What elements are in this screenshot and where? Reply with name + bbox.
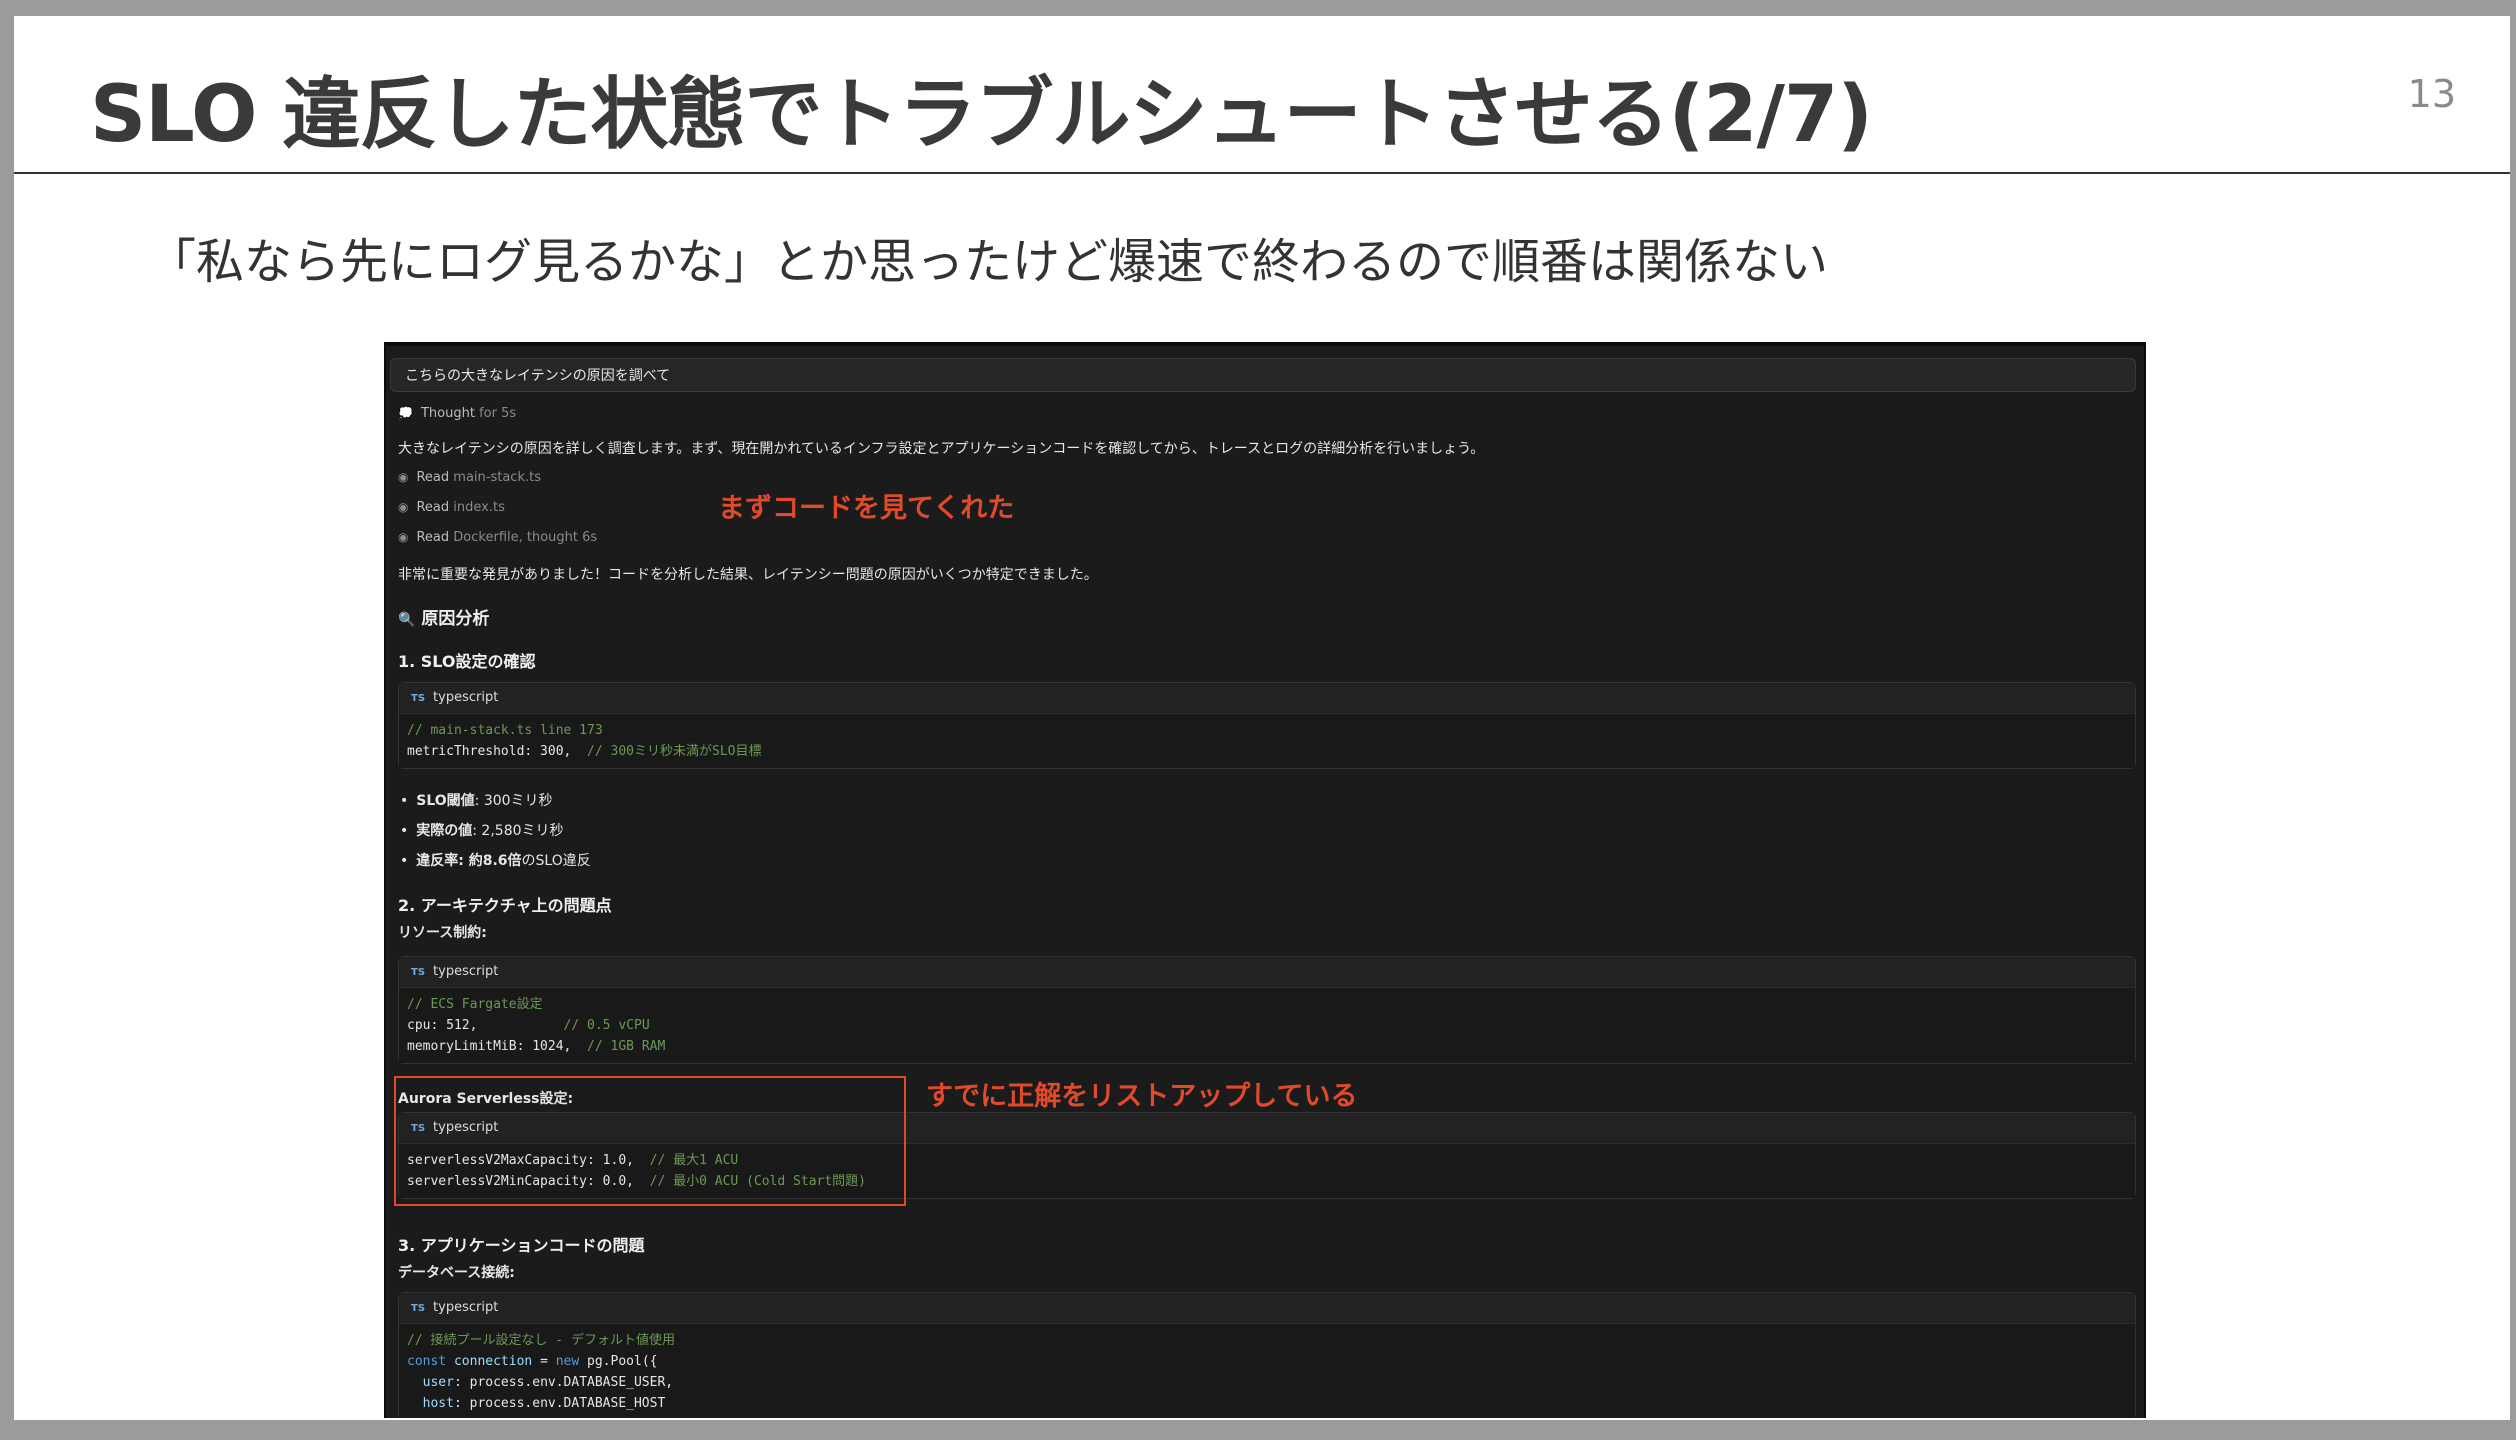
analysis-heading-text: 原因分析 <box>421 609 490 629</box>
slide-subtitle: 「私なら先にログ見るかな」とか思ったけど爆速で終わるので順番は関係ない <box>148 234 1829 290</box>
code-variable: user <box>422 1375 454 1390</box>
code-line: const connection = new pg.Pool({ <box>407 1351 2127 1372</box>
code-header: TS typescript <box>399 1293 2135 1324</box>
read-file: Dockerfile, thought 6s <box>453 530 598 545</box>
section-slo: 1. SLO設定の確認 <box>398 652 536 671</box>
bullet-value: : 約8.6倍 <box>458 853 522 869</box>
code-line: metricThreshold: 300, // 300ミリ秒未満がSLO目標 <box>407 741 2127 762</box>
code-line: cpu: 512, // 0.5 vCPU <box>407 1015 2127 1036</box>
code-line: host: process.env.DATABASE_HOST <box>422 1396 666 1411</box>
code-body: // ECS Fargate設定 cpu: 512, // 0.5 vCPU mem… <box>399 988 2135 1063</box>
eye-icon: ◉ <box>398 500 409 514</box>
bullet-key: 違反率 <box>416 853 459 869</box>
ts-icon: TS <box>411 693 426 704</box>
thought-time: for 5s <box>479 406 517 421</box>
page-number: 13 <box>2407 72 2456 116</box>
code-header: TS typescript <box>399 683 2135 714</box>
read-label: Read <box>416 500 450 515</box>
read-item-index[interactable]: ◉ Read index.ts <box>398 500 505 515</box>
code-variable: connection <box>453 1354 533 1369</box>
bullet-slo-threshold: SLO閾値: 300ミリ秒 <box>400 790 553 810</box>
bullet-key: 実際の値 <box>416 823 473 839</box>
bullet-violation: 違反率: 約8.6倍のSLO違反 <box>400 850 591 870</box>
bullet-key: SLO閾値 <box>416 793 475 809</box>
code-block-ecs: TS typescript // ECS Fargate設定 cpu: 512, /… <box>398 956 2136 1064</box>
ts-icon: TS <box>411 1303 426 1314</box>
code-keyword: new <box>555 1354 580 1369</box>
annotation-second: すでに正解をリストアップしている <box>926 1081 1358 1112</box>
read-item-dockerfile[interactable]: ◉ Read Dockerfile, thought 6s <box>398 530 597 545</box>
section-architecture: 2. アーキテクチャ上の問題点 <box>398 896 612 915</box>
code-comment: // 0.5 vCPU <box>563 1018 650 1033</box>
code-text: memoryLimitMiB: 1024, <box>407 1039 572 1054</box>
code-text: metricThreshold: 300, <box>407 744 572 759</box>
eye-icon: ◉ <box>398 530 409 544</box>
thought-label: Thought <box>420 406 475 421</box>
code-lang: typescript <box>433 1300 499 1315</box>
code-lang: typescript <box>433 964 499 979</box>
code-text: pg.Pool({ <box>579 1354 658 1369</box>
code-line: user: process.env.DATABASE_USER, <box>422 1375 674 1390</box>
code-variable: host <box>422 1396 454 1411</box>
db-label: データベース接続: <box>398 1265 515 1281</box>
code-line: // main-stack.ts line 173 <box>407 723 603 738</box>
read-file: index.ts <box>453 500 505 515</box>
read-file: main-stack.ts <box>453 470 541 485</box>
code-lang: typescript <box>433 690 499 705</box>
read-label: Read <box>416 530 450 545</box>
code-block-db: TS typescript // 接続プール設定なし - デフォルト値使用 cons… <box>398 1292 2136 1418</box>
chat-screenshot: こちらの大きなレイテンシの原因を調べて 💭 Thought for 5s 大きなレ… <box>384 342 2146 1418</box>
slide: SLO 違反した状態でトラブルシュートさせる(2/7) 13 「私なら先にログ見… <box>14 16 2510 1420</box>
thought-icon: 💭 <box>398 406 413 420</box>
magnifier-icon: 🔍 <box>398 612 416 628</box>
read-label: Read <box>416 470 450 485</box>
finding-text: 非常に重要な発見がありました！コードを分析した結果、レイテンシー問題の原因がいく… <box>398 567 1098 583</box>
highlight-box <box>394 1076 906 1206</box>
code-keyword: const <box>407 1354 447 1369</box>
code-header: TS typescript <box>399 957 2135 988</box>
title-divider <box>14 172 2510 174</box>
code-line: // ECS Fargate設定 <box>407 997 543 1012</box>
code-comment: // 1GB RAM <box>587 1039 666 1054</box>
bullet-value: : 300ミリ秒 <box>474 793 553 809</box>
code-body: // main-stack.ts line 173 metricThreshold… <box>399 714 2135 768</box>
code-line: memoryLimitMiB: 1024, // 1GB RAM <box>407 1036 2127 1057</box>
resource-label: リソース制約: <box>398 925 487 941</box>
code-comment: // 300ミリ秒未満がSLO目標 <box>587 744 762 759</box>
code-block-slo: TS typescript // main-stack.ts line 173 me… <box>398 682 2136 769</box>
bullet-value: : 2,580ミリ秒 <box>472 823 564 839</box>
prompt-box[interactable]: こちらの大きなレイテンシの原因を調べて <box>390 358 2136 392</box>
bullet-actual-value: 実際の値: 2,580ミリ秒 <box>400 820 564 840</box>
intro-text: 大きなレイテンシの原因を詳しく調査します。まず、現在開かれているインフラ設定とア… <box>398 441 1485 457</box>
code-body: // 接続プール設定なし - デフォルト値使用 const connection … <box>399 1324 2135 1418</box>
read-item-main-stack[interactable]: ◉ Read main-stack.ts <box>398 470 541 485</box>
code-text: process.env.DATABASE_HOST <box>469 1396 666 1411</box>
code-line: // 接続プール設定なし - デフォルト値使用 <box>407 1333 675 1348</box>
section-application: 3. アプリケーションコードの問題 <box>398 1236 645 1255</box>
ts-icon: TS <box>411 967 426 978</box>
eye-icon: ◉ <box>398 470 409 484</box>
code-text: cpu: 512, <box>407 1018 478 1033</box>
annotation-first: まずコードを見てくれた <box>718 493 1015 524</box>
code-text: process.env.DATABASE_USER, <box>469 1375 674 1390</box>
slide-title: SLO 違反した状態でトラブルシュートさせる(2/7) <box>90 70 1873 160</box>
bullet-suffix: のSLO違反 <box>521 853 591 869</box>
code-text: = <box>532 1354 556 1369</box>
analysis-heading: 🔍 原因分析 <box>398 604 489 629</box>
thought-row[interactable]: 💭 Thought for 5s <box>398 406 516 421</box>
